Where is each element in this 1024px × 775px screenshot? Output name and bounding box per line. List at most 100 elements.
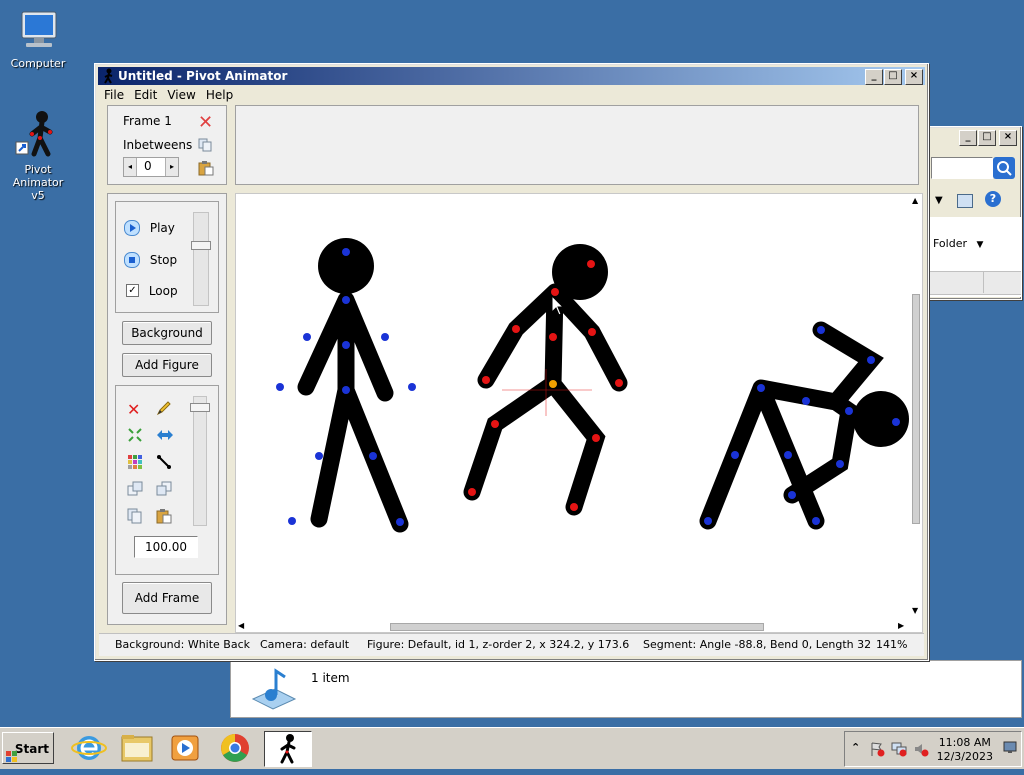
taskbar-ie[interactable] [66,731,112,765]
copy-frame-icon[interactable] [198,138,212,152]
clock-date: 12/3/2023 [936,750,993,763]
scroll-down-icon[interactable]: ▼ [912,606,918,615]
figure-scale-value[interactable]: 100.00 [145,540,187,554]
scroll-up-icon[interactable]: ▲ [912,196,918,205]
status-segment: Segment: Angle -88.8, Bend 0, Length 32 [643,638,872,651]
sort-dropdown-icon: ▼ [976,240,984,250]
pivot-stickman-icon [15,111,53,157]
window-controls: _ □ × [864,69,923,85]
add-figure-button[interactable]: Add Figure [122,353,212,377]
figure-3-head[interactable] [853,391,909,447]
swap-arrow-icon[interactable] [156,427,174,446]
pivot-window: Untitled - Pivot Animator _ □ × File Edi… [94,63,929,661]
copy-figure-icon[interactable] [127,508,143,527]
system-tray: ⌃ 11:08 AM 12/3/2023 [844,731,1022,767]
paste-frame-icon[interactable] [198,160,214,179]
stop-icon [124,252,140,268]
action-center-flag-icon[interactable] [869,741,885,760]
stepper-left-icon[interactable]: ◂ [124,158,137,176]
clock[interactable]: 11:08 AM 12/3/2023 [937,736,993,764]
window-title: Untitled - Pivot Animator [118,69,288,83]
explorer-window-controls: _ □ × [958,130,1017,146]
title-bar[interactable]: Untitled - Pivot Animator _ □ × [98,67,925,85]
network-icon[interactable] [891,741,907,760]
explorer-details-pane: 1 item [230,660,1022,718]
figure-scale-slider-thumb[interactable] [190,403,210,412]
flip-figure-icon[interactable] [127,427,143,446]
desktop-icon-label: Pivot Animator v5 [12,163,64,202]
menu-help[interactable]: Help [201,86,238,104]
taskbar-pivot-active[interactable] [264,731,312,767]
speed-slider-thumb[interactable] [191,241,211,250]
close-icon[interactable]: × [905,69,923,85]
minimize-icon[interactable]: _ [865,69,883,85]
delete-figure-icon[interactable]: ✕ [127,400,140,419]
chevron-down-icon[interactable]: ▼ [935,195,943,206]
internet-explorer-icon [71,736,107,760]
inbetweens-label: Inbetweens [123,138,193,152]
inbetweens-stepper[interactable]: ◂ 0 ▸ [123,157,179,177]
stepper-right-icon[interactable]: ▸ [165,158,178,176]
status-figure: Figure: Default, id 1, z-order 2, x 324.… [367,638,630,651]
maximize-icon[interactable]: □ [978,130,996,146]
paste-figure-icon[interactable] [156,508,172,527]
search-icon[interactable] [993,157,1015,179]
loop-checkbox[interactable]: ✓ Loop [126,283,178,298]
inbetweens-value[interactable]: 0 [144,159,152,173]
status-camera: Camera: default [260,638,350,651]
scroll-left-icon[interactable]: ◀ [238,621,244,630]
start-button[interactable]: Start [2,732,54,764]
taskbar-chrome[interactable] [212,731,258,765]
add-frame-button[interactable]: Add Frame [122,582,212,614]
scroll-right-icon[interactable]: ▶ [898,621,904,630]
color-palette-icon[interactable] [127,454,143,473]
volume-muted-icon[interactable] [913,741,929,760]
folder-column-header[interactable]: Folder ▼ [933,237,983,250]
speed-slider[interactable] [191,212,211,306]
menu-file[interactable]: File [99,86,129,104]
delete-frame-icon[interactable]: ✕ [198,112,213,133]
show-hidden-icons-icon[interactable]: ⌃ [851,741,860,754]
stick-figure-2[interactable] [463,283,628,516]
close-icon[interactable]: × [999,130,1017,146]
help-icon[interactable]: ? [985,191,1001,207]
music-note-icon [251,668,297,710]
pivot-stickman-icon [280,734,296,764]
figure-scale-input[interactable]: 100.00 [134,536,198,558]
segment-tool-icon[interactable] [156,454,172,473]
desktop-icon-computer[interactable]: Computer [0,10,78,70]
frame-panel: Frame 1 ✕ Inbetweens ◂ 0 ▸ [107,105,227,185]
status-zoom: 141% [876,638,908,651]
vertical-scroll-thumb[interactable] [912,294,920,524]
bring-front-icon[interactable] [127,481,143,500]
menu-edit[interactable]: Edit [129,86,162,104]
explorer-search-input[interactable] [931,157,993,179]
clock-time: 11:08 AM [938,736,991,749]
windows-logo-icon [6,743,18,762]
figure-2-head[interactable] [552,244,608,300]
horizontal-scroll-thumb[interactable] [390,623,764,631]
stop-button[interactable]: Stop [124,252,177,268]
app-icon [104,68,113,84]
taskbar-explorer[interactable] [114,731,160,765]
figure-2-origin-joint[interactable] [549,380,557,388]
frames-strip[interactable] [235,105,919,185]
maximize-icon[interactable]: □ [884,69,902,85]
desktop-icon-label: Computer [10,57,66,70]
figure-1-head[interactable] [318,238,374,294]
background-button[interactable]: Background [122,321,212,345]
canvas-figures[interactable] [236,194,922,632]
vertical-scrollbar[interactable]: ▲ ▼ [910,194,922,620]
minimize-icon[interactable]: _ [959,130,977,146]
figure-scale-slider[interactable] [190,396,210,526]
horizontal-scrollbar[interactable]: ◀ ▶ [236,620,910,632]
edit-figure-icon[interactable] [156,400,172,419]
send-back-icon[interactable] [156,481,172,500]
menu-view[interactable]: View [162,86,200,104]
show-desktop-icon[interactable] [1003,740,1017,754]
layout-pane-icon[interactable] [957,194,973,208]
play-button[interactable]: Play [124,220,175,236]
desktop-icon-pivot[interactable]: Pivot Animator v5 [0,110,78,202]
animation-canvas[interactable]: ▲ ▼ ◀ ▶ [235,193,923,633]
taskbar-media-player[interactable] [162,731,208,765]
